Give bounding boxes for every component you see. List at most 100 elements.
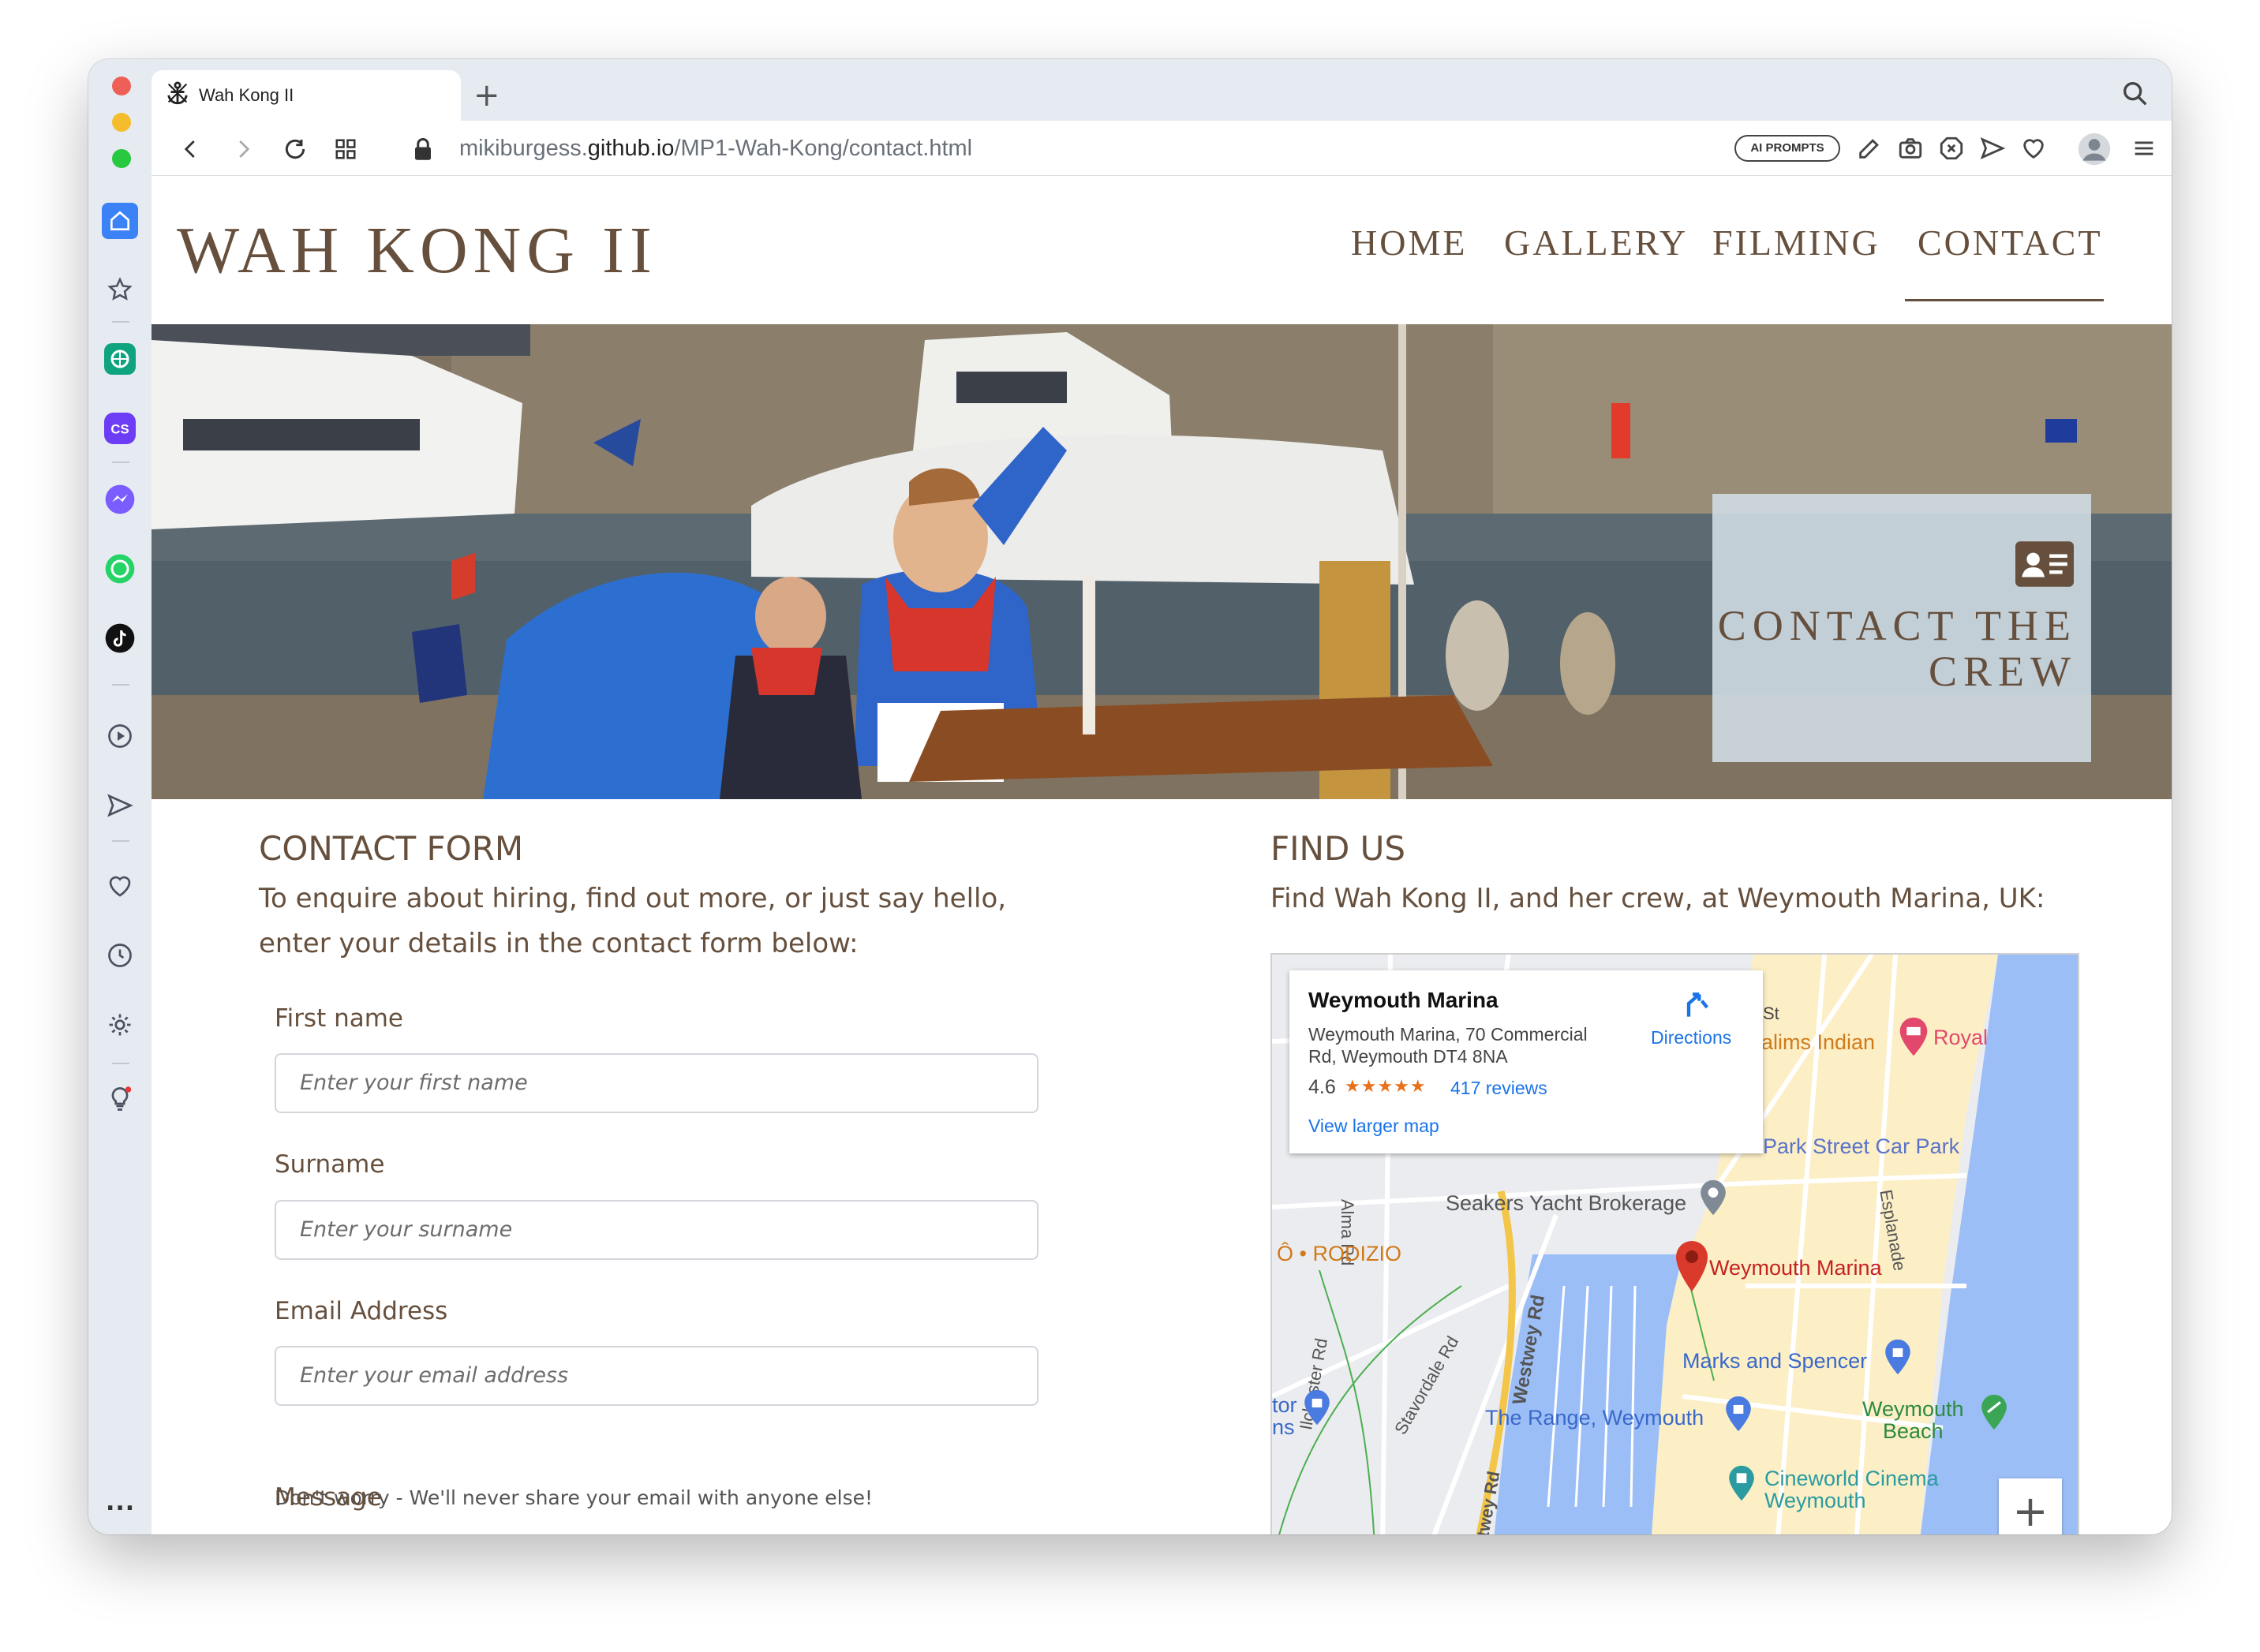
nav-contact[interactable]: CONTACT	[1918, 222, 2103, 263]
svg-text:CS: CS	[110, 422, 129, 437]
url-path: /MP1-Wah-Kong/contact.html	[674, 136, 973, 161]
player-icon[interactable]	[104, 720, 136, 752]
embedded-map[interactable]: alims Indian St Royal Park Street Car Pa…	[1270, 953, 2079, 1534]
sidebar-more-button[interactable]: ...	[106, 1489, 135, 1516]
tiktok-icon[interactable]	[104, 622, 136, 654]
contact-intro-line2: enter your details in the contact form b…	[259, 928, 859, 959]
active-nav-underline	[1905, 299, 2104, 301]
hero-banner: CONTACT THE CREW	[152, 324, 2172, 799]
cineworld-line1: Cineworld Cinema	[1764, 1467, 1939, 1490]
map-label-seakers: Seakers Yacht Brokerage	[1446, 1191, 1687, 1215]
seakers-pin-icon	[1698, 1179, 1728, 1220]
profile-avatar[interactable]	[2077, 132, 2112, 166]
view-larger-map-link[interactable]: View larger map	[1308, 1116, 1439, 1137]
new-tab-button[interactable]: +	[473, 75, 500, 116]
send-sidebar-icon[interactable]	[104, 790, 136, 821]
whatsapp-icon[interactable]	[104, 553, 136, 585]
menu-icon[interactable]	[2131, 135, 2159, 163]
map-label-rodizio: Ô • RODIZIO	[1277, 1242, 1401, 1265]
hero-title: CONTACT THE CREW	[1714, 603, 2077, 694]
favorites-heart-icon[interactable]	[104, 870, 136, 902]
nav-home[interactable]: HOME	[1351, 222, 1467, 263]
sidebar-divider	[112, 462, 129, 463]
rating-stars: ★★★★★	[1345, 1076, 1427, 1096]
bookmarks-star-icon[interactable]	[104, 274, 136, 305]
web-page: WAH KONG II HOME GALLERY FILMING CONTACT	[152, 176, 2172, 1534]
map-label-st: St	[1763, 1004, 1779, 1023]
hero-title-line2: CREW	[1929, 648, 2077, 695]
place-address-line1: Weymouth Marina, 70 Commercial	[1308, 1024, 1588, 1045]
message-label: Message	[275, 1483, 382, 1512]
surname-input[interactable]: Enter your surname	[275, 1200, 1038, 1260]
map-label-marks: Marks and Spencer	[1682, 1349, 1868, 1373]
map-label-cineworld: Cineworld Cinema Weymouth	[1764, 1467, 1939, 1512]
browser-tab[interactable]: Wah Kong II	[152, 70, 461, 121]
sidebar-divider	[112, 1063, 129, 1064]
place-name: Weymouth Marina	[1308, 988, 1499, 1012]
map-label-beach: Weymouth Beach	[1862, 1398, 1964, 1442]
ad-block-icon[interactable]	[1938, 135, 1966, 163]
search-tabs-icon[interactable]	[2120, 78, 2151, 110]
sidebar-divider	[112, 840, 129, 842]
url-domain: github.io	[587, 136, 675, 161]
sidebar-divider	[112, 321, 129, 323]
marina-pin-icon	[1673, 1239, 1711, 1297]
messenger-icon[interactable]	[104, 484, 136, 515]
contact-intro: To enquire about hiring, find out more, …	[259, 876, 1127, 966]
back-button[interactable]	[175, 133, 207, 165]
history-clock-icon[interactable]	[104, 940, 136, 971]
contact-card-icon	[2015, 541, 2074, 590]
map-label-tor: tor	[1272, 1393, 1297, 1417]
map-label-marina: Weymouth Marina	[1709, 1256, 1882, 1280]
directions-link[interactable]: Directions	[1651, 1027, 1731, 1048]
map-zoom-in-button[interactable]: +	[1999, 1478, 2062, 1534]
surname-label: Surname	[275, 1150, 385, 1179]
find-us-intro: Find Wah Kong II, and her crew, at Weymo…	[1270, 883, 2045, 914]
nav-filming[interactable]: FILMING	[1712, 222, 1880, 263]
tab-title: Wah Kong II	[199, 85, 294, 105]
map-info-card: Weymouth Marina Weymouth Marina, 70 Comm…	[1289, 970, 1763, 1153]
beach-pin-icon	[1979, 1393, 2009, 1434]
cineworld-pin-icon	[1727, 1464, 1757, 1505]
edit-icon[interactable]	[1856, 135, 1884, 163]
royal-pin-icon	[1897, 1016, 1930, 1060]
close-window-button[interactable]	[112, 77, 131, 95]
map-label-range: The Range, Weymouth	[1485, 1406, 1704, 1430]
beach-line1: Weymouth	[1862, 1397, 1964, 1421]
toolbar: mikiburgess.github.io/MP1-Wah-Kong/conta…	[152, 121, 2172, 176]
send-icon[interactable]	[1979, 135, 2007, 163]
ai-prompts-button[interactable]: AI PROMPTS	[1734, 135, 1840, 162]
url-prefix: mikiburgess.	[459, 136, 588, 161]
forward-button[interactable]	[227, 133, 259, 165]
map-label-ns: ns	[1272, 1415, 1295, 1439]
minimize-window-button[interactable]	[112, 113, 131, 132]
anchor-favicon-icon	[164, 80, 191, 111]
maximize-window-button[interactable]	[112, 149, 131, 168]
range-pin-icon	[1723, 1395, 1753, 1436]
map-label-salims: alims Indian	[1761, 1030, 1876, 1054]
shop-pin-icon	[1302, 1389, 1332, 1430]
chatgpt-icon[interactable]	[104, 343, 136, 375]
reviews-link[interactable]: 417 reviews	[1450, 1078, 1547, 1099]
cs-app-icon[interactable]: CS	[104, 413, 136, 444]
sidebar-divider	[112, 684, 129, 686]
tips-lightbulb-icon[interactable]	[104, 1083, 136, 1115]
contact-intro-line1: To enquire about hiring, find out more, …	[259, 883, 1007, 914]
first-name-input[interactable]: Enter your first name	[275, 1053, 1038, 1113]
contact-form-heading: CONTACT FORM	[259, 829, 524, 868]
heart-icon[interactable]	[2020, 135, 2049, 163]
email-input[interactable]: Enter your email address	[275, 1346, 1038, 1406]
map-label-park-street: Park Street Car Park	[1763, 1134, 1960, 1158]
find-us-heading: FIND US	[1270, 829, 1406, 868]
address-bar[interactable]: mikiburgess.github.io/MP1-Wah-Kong/conta…	[459, 121, 972, 176]
nav-gallery[interactable]: GALLERY	[1504, 222, 1688, 263]
directions-icon[interactable]	[1681, 988, 1712, 1023]
marks-pin-icon	[1883, 1338, 1913, 1379]
beach-line2: Beach	[1883, 1419, 1944, 1443]
reload-button[interactable]	[279, 133, 311, 165]
home-icon[interactable]	[102, 203, 138, 239]
settings-gear-icon[interactable]	[104, 1009, 136, 1041]
camera-icon[interactable]	[1897, 135, 1925, 163]
site-brand[interactable]: WAH KONG II	[177, 212, 657, 289]
tab-grid-icon[interactable]	[330, 133, 361, 165]
